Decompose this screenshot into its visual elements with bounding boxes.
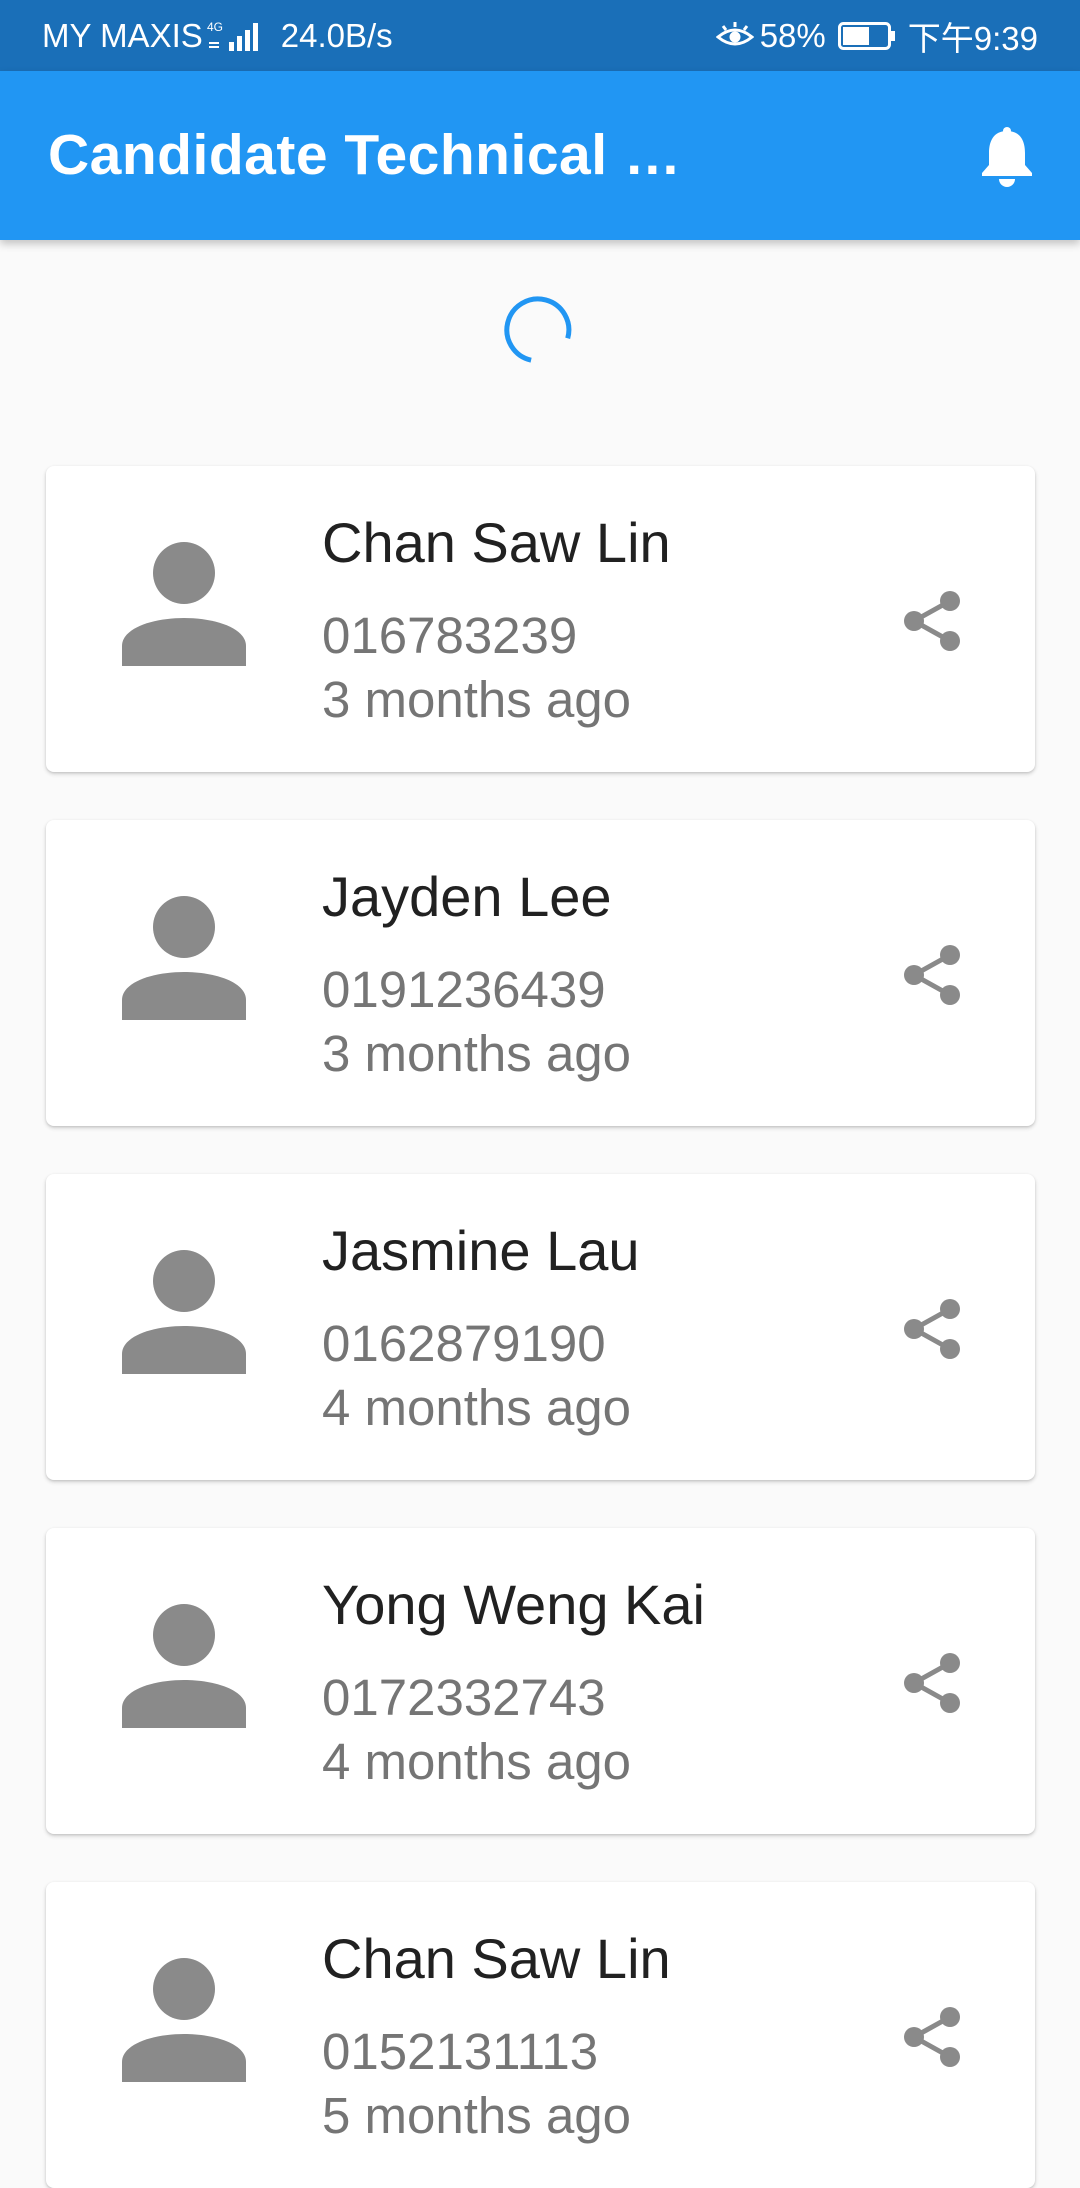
person-icon	[122, 1250, 246, 1374]
candidate-phone: 016783239	[322, 607, 578, 664]
candidate-card[interactable]: Chan Saw Lin 016783239 3 months ago	[46, 466, 1035, 772]
candidate-card[interactable]: Jasmine Lau 0162879190 4 months ago	[46, 1174, 1035, 1480]
person-icon	[122, 1958, 246, 2082]
loading-spinner	[498, 290, 578, 370]
candidate-name: Chan Saw Lin	[322, 511, 671, 574]
person-icon	[122, 542, 246, 666]
network-speed: 24.0B/s	[280, 16, 393, 54]
eye-comfort-icon	[715, 21, 754, 51]
person-icon	[122, 896, 246, 1020]
candidate-phone: 0162879190	[322, 1315, 606, 1372]
person-icon	[122, 1604, 246, 1728]
app-bar: Candidate Technical …	[0, 71, 1080, 240]
candidate-time: 5 months ago	[322, 2087, 632, 2144]
bell-icon[interactable]	[978, 125, 1036, 187]
candidate-card[interactable]: Chan Saw Lin 0152131113 5 months ago	[46, 1882, 1035, 2188]
share-icon[interactable]	[902, 1652, 962, 1714]
candidate-name: Chan Saw Lin	[322, 1927, 671, 1990]
candidate-card[interactable]: Yong Weng Kai 0172332743 4 months ago	[46, 1528, 1035, 1834]
candidate-time: 3 months ago	[322, 1025, 632, 1082]
status-bar: MY MAXIS 4G 24.0B/s 58% 下午9:39	[0, 0, 1080, 71]
svg-text:4G: 4G	[207, 20, 223, 34]
battery-icon	[837, 21, 896, 50]
battery-percent: 58%	[759, 16, 826, 54]
page-title: Candidate Technical …	[48, 123, 682, 187]
share-icon[interactable]	[902, 2006, 962, 2068]
candidate-name: Yong Weng Kai	[322, 1573, 705, 1636]
share-icon[interactable]	[902, 590, 962, 652]
candidate-phone: 0152131113	[322, 2023, 599, 2080]
candidate-name: Jayden Lee	[322, 865, 612, 928]
clock: 下午9:39	[907, 19, 1038, 57]
candidate-phone: 0172332743	[322, 1669, 606, 1726]
candidate-time: 4 months ago	[322, 1733, 632, 1790]
signal-icon: 4G	[207, 20, 263, 52]
candidate-time: 3 months ago	[322, 671, 632, 728]
carrier-label: MY MAXIS	[42, 16, 203, 54]
share-icon[interactable]	[902, 944, 962, 1006]
candidate-card[interactable]: Jayden Lee 0191236439 3 months ago	[46, 820, 1035, 1126]
share-icon[interactable]	[902, 1298, 962, 1360]
candidate-time: 4 months ago	[322, 1379, 632, 1436]
candidate-name: Jasmine Lau	[322, 1219, 640, 1282]
candidate-phone: 0191236439	[322, 961, 606, 1018]
